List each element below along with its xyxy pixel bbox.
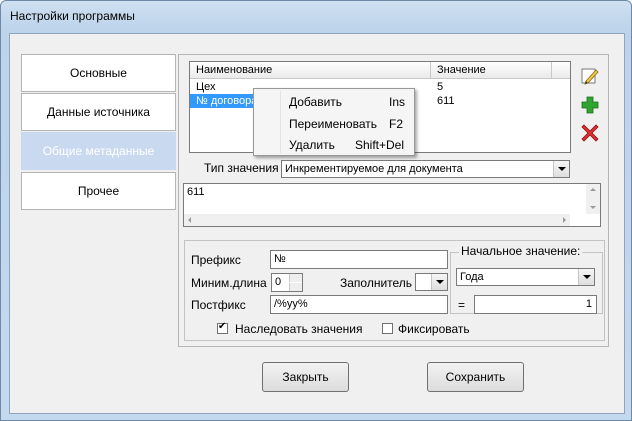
menu-item-rename[interactable]: Переименовать F2 [256, 114, 412, 134]
inherit-checkbox[interactable] [217, 321, 228, 334]
column-name-header[interactable]: Наименование [190, 63, 430, 77]
value-type-label: Тип значения [204, 161, 279, 175]
postfix-input[interactable]: /%yy% [270, 295, 448, 314]
cell-name: Цех [196, 81, 216, 93]
vertical-scrollbar[interactable] [586, 184, 600, 214]
nav-other[interactable]: Прочее [21, 172, 176, 210]
chevron-down-icon[interactable] [578, 269, 594, 285]
fix-label: Фиксировать [398, 322, 470, 336]
scroll-lr-arrows-icon [188, 217, 566, 223]
minlen-stepper[interactable]: 0 [271, 273, 303, 292]
filler-label: Заполнитель [340, 276, 413, 290]
nav-common-metadata[interactable]: Общие метаданные [21, 132, 176, 170]
equals-label: = [458, 298, 466, 312]
pencil-icon [581, 68, 599, 85]
chevron-down-icon[interactable] [431, 274, 447, 290]
grid-header: Наименование Значение [190, 62, 570, 79]
spin-up-button[interactable] [289, 274, 302, 282]
value-type-select[interactable]: Инкрементируемое для документа [281, 160, 570, 178]
prefix-label: Префикс [191, 253, 241, 267]
initial-value-input[interactable]: 1 [474, 295, 597, 314]
nav-basic[interactable]: Основные [21, 54, 176, 92]
initial-period-select[interactable]: Года [456, 268, 595, 286]
value-textarea[interactable]: 611 [183, 183, 601, 227]
nav-source-data[interactable]: Данные источника [21, 93, 176, 131]
horizontal-scrollbar[interactable] [184, 214, 570, 226]
menu-item-shortcut: Shift+Del [355, 138, 405, 152]
window-title: Настройки программы [10, 9, 135, 23]
menu-item-shortcut: F2 [389, 117, 404, 131]
close-button[interactable]: Закрыть [262, 362, 349, 392]
menu-item-delete[interactable]: Удалить Shift+Del [256, 135, 412, 155]
context-menu: Добавить Ins Переименовать F2 Удалить Sh… [253, 88, 415, 156]
save-button[interactable]: Сохранить [427, 362, 524, 392]
prefix-input[interactable]: № [270, 250, 448, 269]
menu-item-label: Удалить [289, 138, 335, 152]
inherit-label: Наследовать значения [235, 322, 363, 336]
delete-button[interactable] [579, 122, 601, 144]
menu-item-add[interactable]: Добавить Ins [256, 92, 412, 112]
chevron-down-icon[interactable] [553, 161, 569, 177]
edit-button[interactable] [579, 65, 601, 87]
initial-period-selected: Года [460, 271, 484, 283]
delete-x-icon [581, 124, 599, 142]
cell-name: № договора [190, 94, 258, 108]
minlen-label: Миним.длина [191, 276, 267, 290]
filler-select[interactable] [415, 273, 448, 291]
plus-icon [581, 96, 599, 114]
value-text: 611 [187, 186, 205, 198]
initial-value-title: Начальное значение: [459, 244, 583, 258]
fix-checkbox[interactable] [382, 323, 393, 334]
minlen-value: 0 [275, 276, 282, 288]
scroll-arrows-icon [590, 188, 596, 209]
cell-value: 5 [437, 81, 444, 93]
spin-down-button[interactable] [289, 283, 302, 291]
column-value-header[interactable]: Значение [431, 63, 551, 77]
add-button[interactable] [579, 94, 601, 116]
menu-item-label: Переименовать [289, 117, 377, 131]
menu-item-label: Добавить [289, 95, 343, 109]
cell-value: 611 [437, 95, 455, 107]
title-bar[interactable]: Настройки программы [1, 1, 631, 31]
postfix-label: Постфикс [191, 298, 246, 312]
menu-item-shortcut: Ins [389, 95, 406, 109]
value-type-selected: Инкрементируемое для документа [285, 163, 463, 175]
column-separator[interactable] [551, 62, 552, 78]
